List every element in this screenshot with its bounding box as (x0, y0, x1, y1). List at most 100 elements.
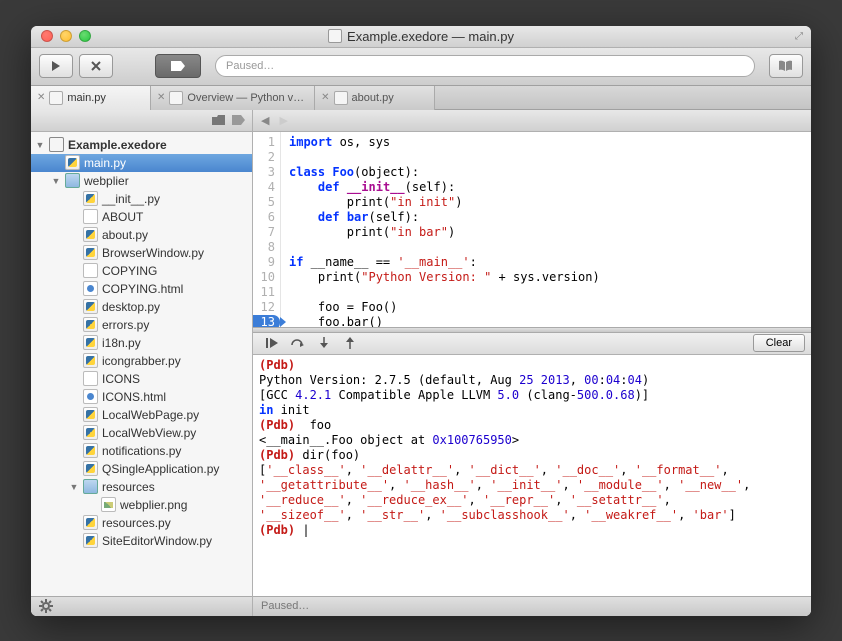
main-area: ▼Example.exedoremain.py▼webplier__init__… (31, 110, 811, 616)
file-tree[interactable]: ▼Example.exedoremain.py▼webplier__init__… (31, 132, 252, 596)
tag-small-icon[interactable] (232, 115, 246, 125)
tab-1[interactable]: ✕ Overview — Python v… (151, 86, 315, 110)
minimize-window-button[interactable] (60, 30, 72, 42)
close-tab-icon[interactable]: ✕ (157, 92, 165, 103)
tree-item-label: BrowserWindow.py (102, 246, 204, 260)
tree-item-label: errors.py (102, 318, 149, 332)
step-over-button[interactable] (285, 334, 311, 352)
search-input[interactable]: Paused… (215, 55, 755, 77)
zoom-window-button[interactable] (79, 30, 91, 42)
tree-item-COPYING[interactable]: COPYING (31, 262, 252, 280)
tree-item-icongrabber-py[interactable]: icongrabber.py (31, 352, 252, 370)
status-bar: Paused… (253, 596, 811, 616)
nav-forward-icon[interactable]: ▶ (279, 114, 287, 127)
clear-button[interactable]: Clear (753, 334, 805, 352)
line-number-11[interactable]: 11 (253, 285, 275, 300)
tab-2[interactable]: ✕about.py (315, 86, 435, 110)
close-tab-icon[interactable]: ✕ (37, 92, 45, 103)
tree-item-ICONS-html[interactable]: ICONS.html (31, 388, 252, 406)
title-file-icon (328, 29, 342, 43)
tree-item-i18n-py[interactable]: i18n.py (31, 334, 252, 352)
line-number-1[interactable]: 1 (253, 135, 275, 150)
tree-item-label: COPYING.html (102, 282, 183, 296)
tree-item-label: ABOUT (102, 210, 143, 224)
run-button[interactable] (39, 54, 73, 78)
html-icon (83, 389, 98, 404)
fullscreen-icon[interactable]: ⤢ (795, 31, 803, 42)
tree-item-label: SiteEditorWindow.py (102, 534, 212, 548)
debug-console[interactable]: (Pdb) Python Version: 2.7.5 (default, Au… (253, 355, 811, 596)
tree-item-__init__-py[interactable]: __init__.py (31, 190, 252, 208)
line-number-10[interactable]: 10 (253, 270, 275, 285)
tree-item-BrowserWindow-py[interactable]: BrowserWindow.py (31, 244, 252, 262)
tree-item-label: webplier (84, 174, 129, 188)
tree-item-LocalWebPage-py[interactable]: LocalWebPage.py (31, 406, 252, 424)
tree-item-label: desktop.py (102, 300, 160, 314)
line-number-7[interactable]: 7 (253, 225, 275, 240)
txt-icon (83, 263, 98, 278)
continue-button[interactable] (259, 334, 285, 352)
nav-back-icon[interactable]: ◀ (261, 114, 269, 127)
tree-item-main-py[interactable]: main.py (31, 154, 252, 172)
tree-item-label: LocalWebView.py (102, 426, 196, 440)
gear-icon[interactable] (39, 599, 53, 613)
tag-button[interactable] (155, 54, 201, 78)
tree-item-LocalWebView-py[interactable]: LocalWebView.py (31, 424, 252, 442)
step-in-button[interactable] (311, 334, 337, 352)
tree-item-errors-py[interactable]: errors.py (31, 316, 252, 334)
sidebar-statusbar (31, 596, 252, 616)
bookmarks-button[interactable] (769, 54, 803, 78)
tree-item-SiteEditorWindow-py[interactable]: SiteEditorWindow.py (31, 532, 252, 550)
project-root[interactable]: ▼Example.exedore (31, 136, 252, 154)
tree-item-label: notifications.py (102, 444, 181, 458)
line-gutter[interactable]: 12345678910111213 (253, 132, 281, 327)
close-window-button[interactable] (41, 30, 53, 42)
line-number-9[interactable]: 9 (253, 255, 275, 270)
tree-item-webplier[interactable]: ▼webplier (31, 172, 252, 190)
tree-item-webplier-png[interactable]: webplier.png (31, 496, 252, 514)
folder-icon[interactable] (212, 115, 226, 126)
tree-item-COPYING-html[interactable]: COPYING.html (31, 280, 252, 298)
book-icon (778, 60, 794, 72)
line-number-6[interactable]: 6 (253, 210, 275, 225)
tree-item-ABOUT[interactable]: ABOUT (31, 208, 252, 226)
img-icon (101, 497, 116, 512)
tree-item-resources[interactable]: ▼resources (31, 478, 252, 496)
tree-item-label: i18n.py (102, 336, 141, 350)
tree-item-label: ICONS (102, 372, 140, 386)
line-number-8[interactable]: 8 (253, 240, 275, 255)
line-number-5[interactable]: 5 (253, 195, 275, 210)
tree-item-QSingleApplication-py[interactable]: QSingleApplication.py (31, 460, 252, 478)
close-tab-icon[interactable]: ✕ (321, 92, 329, 103)
line-number-3[interactable]: 3 (253, 165, 275, 180)
tree-item-about-py[interactable]: about.py (31, 226, 252, 244)
titlebar: Example.exedore — main.py ⤢ (31, 26, 811, 48)
step-out-button[interactable] (337, 334, 363, 352)
line-number-13[interactable]: 13 (253, 315, 280, 327)
tree-item-ICONS[interactable]: ICONS (31, 370, 252, 388)
app-window: Example.exedore — main.py ⤢ Paused… ✕mai… (31, 26, 811, 616)
tree-item-resources-py[interactable]: resources.py (31, 514, 252, 532)
tab-label: Overview — Python v… (187, 92, 304, 104)
line-number-12[interactable]: 12 (253, 300, 275, 315)
tree-item-label: COPYING (102, 264, 157, 278)
search-placeholder: Paused… (226, 60, 274, 72)
tree-item-notifications-py[interactable]: notifications.py (31, 442, 252, 460)
code-editor[interactable]: 12345678910111213 import os, sys class F… (253, 132, 811, 327)
tree-item-label: about.py (102, 228, 148, 242)
line-number-4[interactable]: 4 (253, 180, 275, 195)
window-title: Example.exedore — main.py (31, 29, 811, 44)
py-icon (83, 335, 98, 350)
project-name: Example.exedore (68, 138, 167, 152)
tab-bar: ✕main.py✕Overview — Python v…✕about.py (31, 86, 811, 110)
folder-icon (65, 173, 80, 188)
py-icon (83, 317, 98, 332)
tree-item-label: QSingleApplication.py (102, 462, 219, 476)
py-icon (83, 299, 98, 314)
line-number-2[interactable]: 2 (253, 150, 275, 165)
tree-item-desktop-py[interactable]: desktop.py (31, 298, 252, 316)
code-text[interactable]: import os, sys class Foo(object): def __… (281, 132, 811, 327)
stop-button[interactable] (79, 54, 113, 78)
tab-0[interactable]: ✕main.py (31, 86, 151, 110)
tree-item-label: webplier.png (120, 498, 187, 512)
